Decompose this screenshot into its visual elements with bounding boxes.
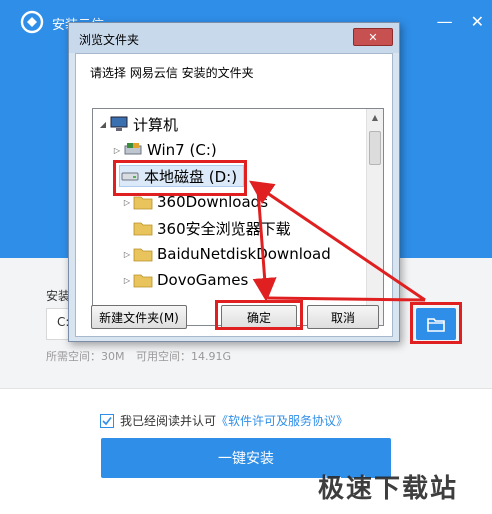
arrow-to-ok [267,296,426,302]
watermark: 极速下载站 [318,474,459,504]
annotation-arrows [249,180,426,302]
arrow-to-drive [249,180,426,302]
arrow-down-ok [252,189,277,302]
